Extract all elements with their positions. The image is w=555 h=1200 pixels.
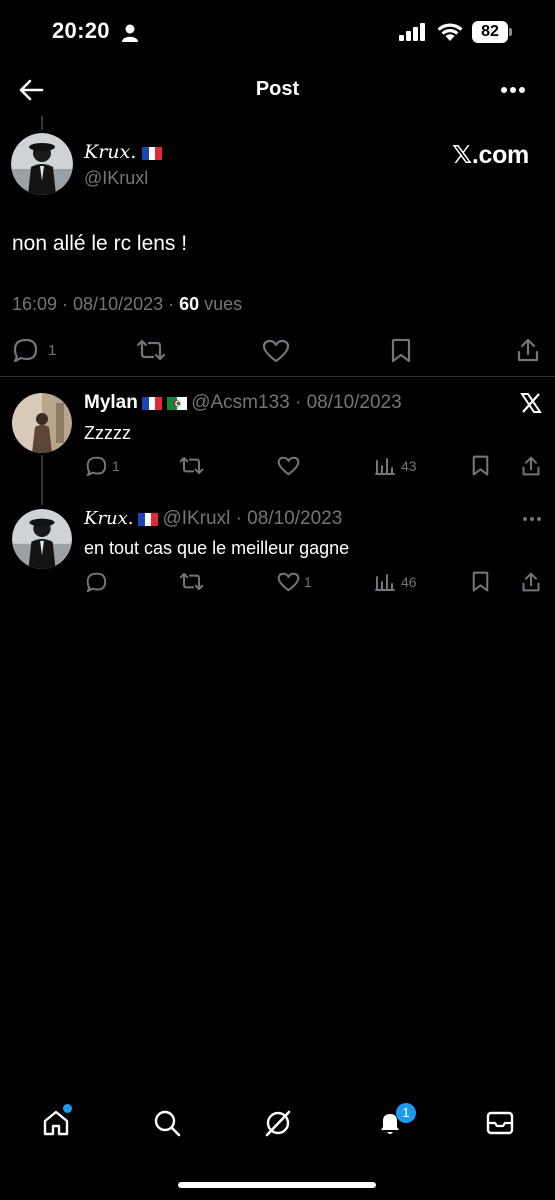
reply-header-krux: 𝐾𝑟𝑢𝑥. @IKruxl · 08/10/2023 (84, 508, 342, 530)
france-flag-icon (142, 146, 163, 160)
views-icon[interactable] (375, 457, 395, 475)
france-flag-icon (137, 513, 158, 527)
reply-author-name[interactable]: 𝐾𝑟𝑢𝑥. (84, 508, 134, 529)
reply-handle-date: @Acsm133 · 08/10/2023 (191, 392, 402, 413)
grok-icon[interactable] (264, 1109, 292, 1137)
more-options-icon[interactable] (522, 516, 542, 522)
algeria-flag-icon (166, 397, 187, 411)
wifi-icon (437, 23, 463, 41)
author-name-text: 𝐾𝑟𝑢𝑥. (84, 141, 137, 163)
reply-header-mylan: Mylan @Acsm133 · 08/10/2023 (84, 392, 402, 414)
reply-icon[interactable] (85, 572, 107, 592)
notifications-badge: 1 (396, 1103, 416, 1123)
author-name[interactable]: 𝐾𝑟𝑢𝑥. (84, 141, 163, 163)
reply-handle-date: @IKruxl · 08/10/2023 (162, 508, 343, 529)
post-views-label: vues (199, 294, 243, 314)
repost-icon[interactable] (136, 339, 166, 361)
messages-icon[interactable] (486, 1110, 514, 1136)
like-icon[interactable] (262, 339, 290, 363)
like-icon[interactable] (277, 456, 300, 476)
x-com-watermark: 𝕏.com (452, 141, 529, 169)
views-icon[interactable] (375, 573, 395, 591)
author-handle[interactable]: @IKruxl (84, 168, 148, 189)
post-views-count: 60 (179, 294, 200, 314)
battery-tip (509, 28, 512, 36)
home-new-content-dot (63, 1104, 72, 1113)
share-icon[interactable] (516, 337, 540, 363)
reply-icon[interactable] (85, 456, 107, 476)
france-flag-icon (142, 397, 163, 411)
reply-views-count: 46 (401, 574, 417, 590)
status-time: 20:20 (52, 18, 110, 43)
reply-author-name[interactable]: Mylan (84, 392, 138, 413)
more-options-icon[interactable] (500, 86, 526, 94)
person-icon (122, 24, 138, 42)
reply-avatar-mylan[interactable] (12, 393, 72, 453)
share-icon[interactable] (521, 455, 541, 477)
bookmark-icon[interactable] (390, 338, 412, 364)
home-icon[interactable] (42, 1109, 70, 1137)
like-icon[interactable] (277, 572, 300, 592)
thread-connector (41, 116, 43, 130)
reply-count: 1 (48, 342, 57, 359)
bookmark-icon[interactable] (471, 455, 490, 477)
reply-text-mylan: Zzzzz (84, 423, 131, 443)
home-indicator (178, 1182, 376, 1188)
status-bar: 20:20 82 (0, 0, 555, 64)
reply-avatar-krux[interactable] (12, 509, 72, 569)
author-avatar[interactable] (11, 133, 73, 195)
section-divider (0, 376, 555, 377)
cellular-signal-icon (399, 23, 425, 41)
x-logo-icon (520, 393, 542, 413)
page-title: Post (255, 78, 300, 100)
search-icon[interactable] (153, 1109, 181, 1137)
battery-indicator: 82 (472, 21, 508, 43)
repost-icon[interactable] (179, 456, 204, 475)
post-text: non allé le rc lens ! (12, 232, 188, 255)
reply-text-krux: en tout cas que le meilleur gagne (84, 538, 350, 558)
bookmark-icon[interactable] (471, 571, 490, 593)
post-timestamp: 16:09 · 08/10/2023 · (12, 294, 180, 314)
share-icon[interactable] (521, 571, 541, 593)
reply-views-count: 43 (401, 458, 417, 474)
reply-like-count: 1 (304, 574, 312, 590)
reply-reply-count: 1 (112, 458, 120, 474)
reply-thread-line (41, 455, 43, 505)
post-meta: 16:09 · 08/10/2023 · 60 vues (12, 294, 242, 315)
repost-icon[interactable] (179, 572, 204, 591)
reply-icon[interactable] (12, 338, 38, 362)
